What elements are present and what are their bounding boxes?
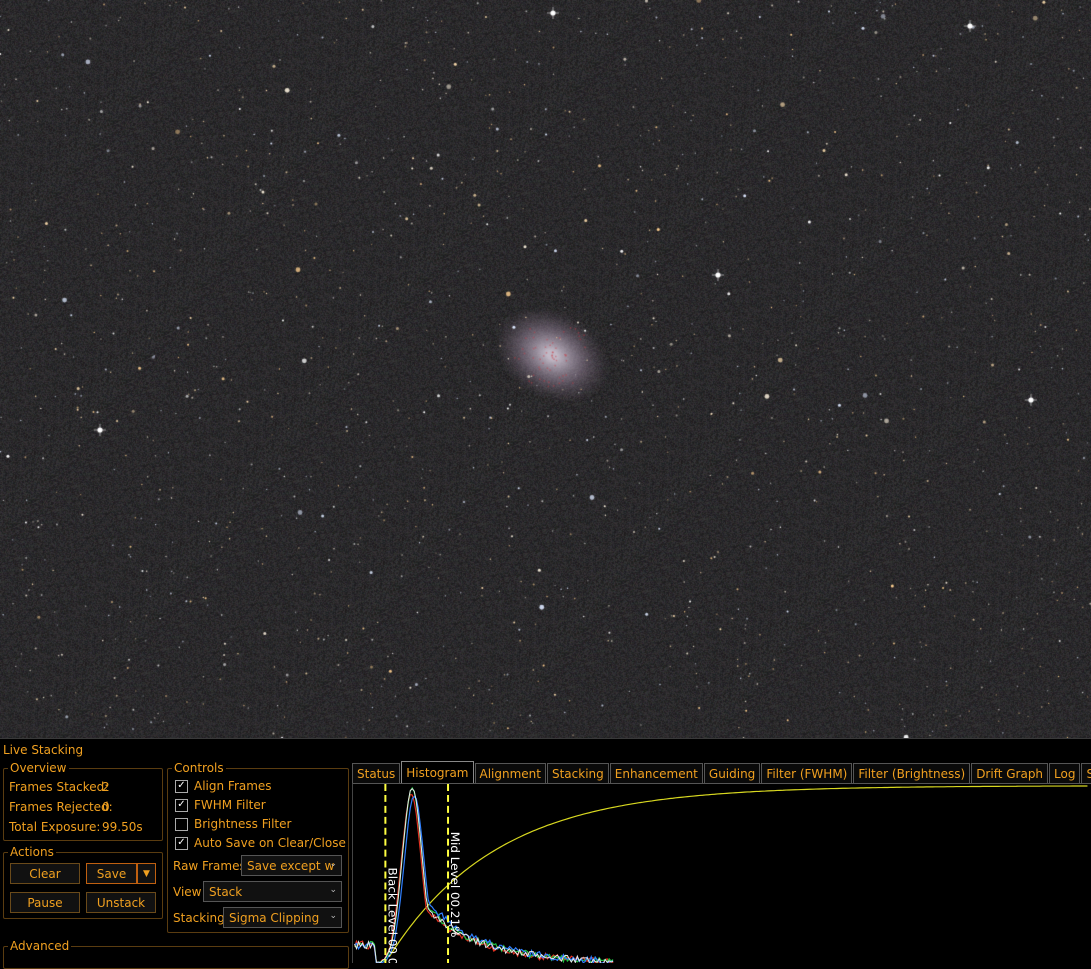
live-stacking-panel: Live Stacking Overview Frames Stacked: 2… (0, 738, 1091, 969)
chevron-down-icon: ⌄ (329, 859, 337, 869)
fwhm-filter-checkbox[interactable]: ✓ FWHM Filter (175, 798, 266, 812)
tab-settings[interactable]: Settings (1081, 763, 1091, 783)
save-dropdown-button[interactable]: ▼ (137, 863, 156, 884)
tab-histogram[interactable]: Histogram (401, 761, 474, 783)
advanced-legend: Advanced (10, 939, 70, 953)
tab-filter-fwhm[interactable]: Filter (FWHM) (761, 763, 853, 783)
total-exposure-value: 99.50s (102, 820, 143, 834)
tab-alignment[interactable]: Alignment (474, 763, 546, 783)
mid-level-label: Mid Level 00.21% (448, 832, 462, 938)
advanced-group: Advanced (3, 939, 349, 969)
checkbox-box (175, 817, 188, 831)
raw-frames-select[interactable]: Save except w ⌄ (241, 855, 342, 876)
align-frames-label: Align Frames (194, 779, 272, 793)
chevron-down-icon: ⌄ (329, 885, 337, 895)
checkbox-box: ✓ (175, 798, 188, 812)
auto-save-label: Auto Save on Clear/Close (194, 836, 346, 850)
chevron-down-icon: ▼ (143, 868, 150, 879)
align-frames-checkbox[interactable]: ✓ Align Frames (175, 779, 272, 793)
stacking-label: Stacking (173, 911, 225, 925)
overview-legend: Overview (10, 761, 67, 775)
view-value: Stack (209, 884, 243, 899)
histogram-plot[interactable]: Black Level 00.05% Mid Level 00.21% (352, 783, 1091, 963)
tab-status[interactable]: Status (352, 763, 401, 783)
panel-title: Live Stacking (3, 743, 84, 757)
frames-stacked-value: 2 (102, 780, 110, 794)
frames-stacked-label: Frames Stacked: (9, 780, 109, 794)
pause-button[interactable]: Pause (10, 892, 80, 913)
black-level-label: Black Level 00.05% (385, 868, 399, 963)
chevron-down-icon: ⌄ (329, 911, 337, 921)
tab-log[interactable]: Log (1049, 763, 1081, 783)
tab-drift-graph[interactable]: Drift Graph (971, 763, 1049, 783)
tab-bar: Status Histogram Alignment Stacking Enhancem… (352, 761, 1091, 783)
stacked-image-view[interactable] (0, 0, 1091, 738)
frames-rejected-value: 0 (102, 800, 110, 814)
actions-legend: Actions (10, 845, 54, 859)
fwhm-filter-label: FWHM Filter (194, 798, 266, 812)
tab-filter-brightness[interactable]: Filter (Brightness) (853, 763, 971, 783)
checkbox-box: ✓ (175, 779, 188, 793)
tab-stacking[interactable]: Stacking (546, 763, 609, 783)
view-select[interactable]: Stack ⌄ (203, 881, 342, 902)
raw-frames-value: Save except w (247, 858, 335, 873)
stacking-value: Sigma Clipping (229, 910, 320, 925)
raw-frames-label: Raw Frames (173, 859, 246, 873)
stretch-curve (388, 785, 1088, 957)
frames-rejected-label: Frames Rejected: (9, 800, 113, 814)
tab-guiding[interactable]: Guiding (703, 763, 761, 783)
brightness-filter-label: Brightness Filter (194, 817, 292, 831)
controls-legend: Controls (174, 761, 224, 775)
save-button[interactable]: Save (86, 863, 137, 884)
view-label: View (173, 885, 202, 899)
auto-save-checkbox[interactable]: ✓ Auto Save on Clear/Close (175, 836, 346, 850)
total-exposure-label: Total Exposure: (9, 820, 101, 834)
stacking-select[interactable]: Sigma Clipping ⌄ (223, 907, 342, 928)
checkbox-box: ✓ (175, 836, 188, 850)
brightness-filter-checkbox[interactable]: Brightness Filter (175, 817, 291, 831)
unstack-button[interactable]: Unstack (86, 892, 156, 913)
tab-enhancement[interactable]: Enhancement (609, 763, 703, 783)
clear-button[interactable]: Clear (10, 863, 80, 884)
